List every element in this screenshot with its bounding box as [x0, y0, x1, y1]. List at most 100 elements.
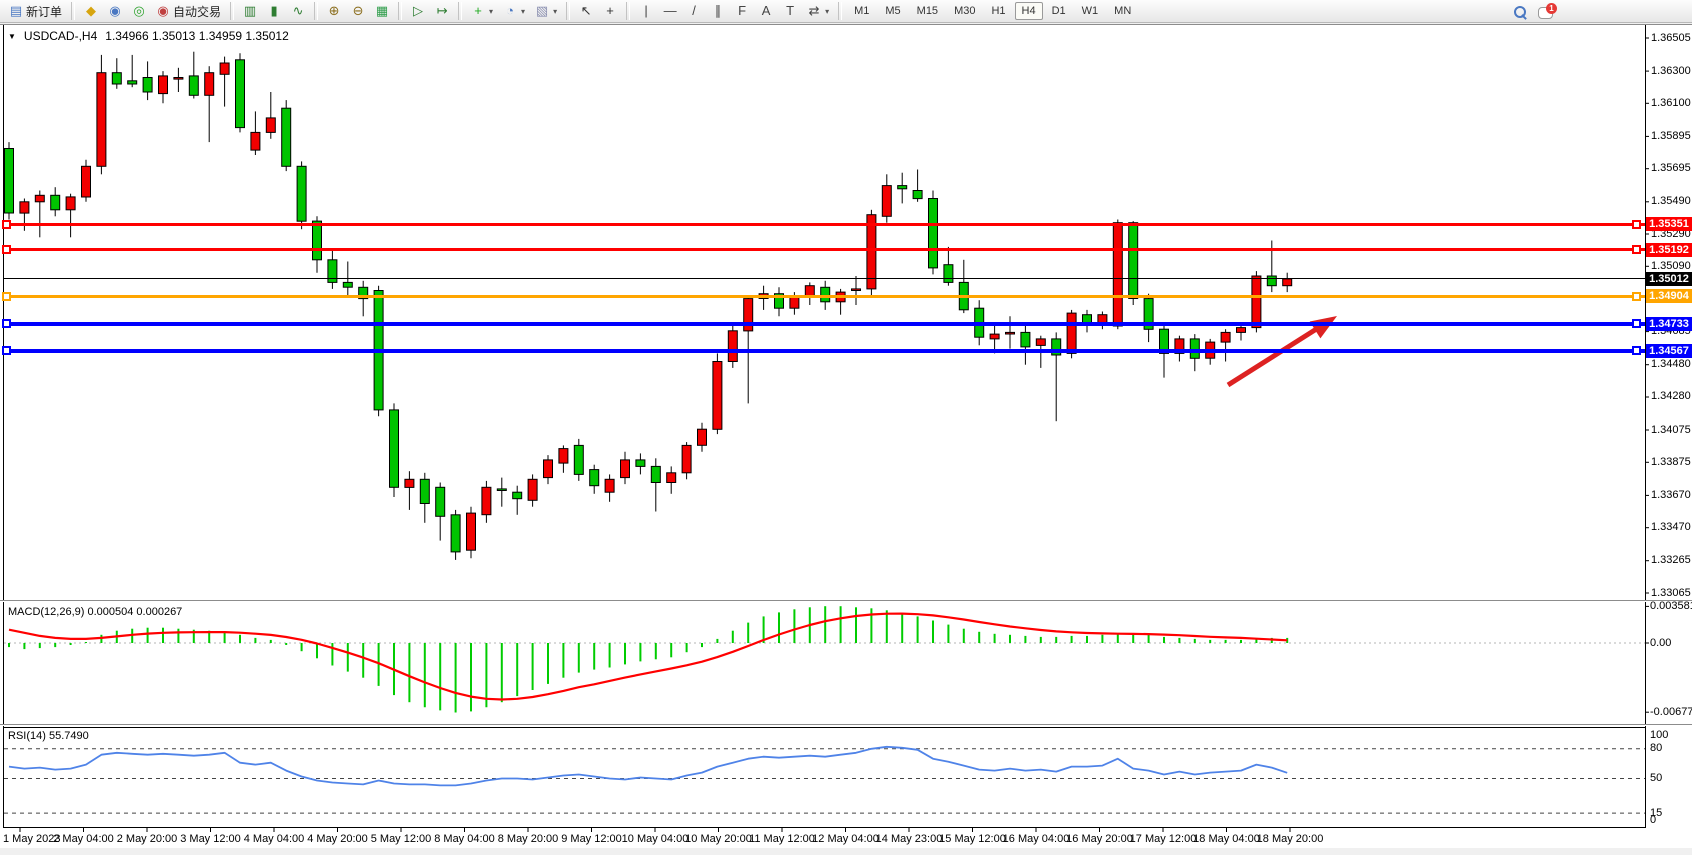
- candle-body: [174, 78, 183, 80]
- time-tick-label: 4 May 04:00: [244, 833, 305, 845]
- resistance-line-2-price-label: 1.35192: [1646, 243, 1692, 257]
- support-line-1[interactable]: [4, 322, 1645, 326]
- candle-body: [882, 186, 891, 217]
- resistance-line-1-price-label: 1.35351: [1646, 217, 1692, 231]
- candle-body: [651, 466, 660, 482]
- rsi-axis-label: 100: [1650, 729, 1668, 741]
- symbol-dropdown-icon[interactable]: ▼: [8, 32, 16, 41]
- candle-body: [497, 489, 506, 491]
- macd-signal-line: [9, 614, 1287, 700]
- current-price-line[interactable]: [4, 278, 1645, 279]
- price-tick-label: 1.35695: [1651, 162, 1691, 174]
- time-tick-label: 1 May 2023: [3, 833, 60, 845]
- candle-body: [990, 334, 999, 339]
- candle-body: [420, 479, 429, 503]
- candle-body: [236, 60, 245, 128]
- candle-body: [251, 132, 260, 150]
- candle-body: [266, 118, 275, 132]
- macd-axis-label: 0.00: [1650, 637, 1671, 649]
- price-tick-label: 1.33875: [1651, 456, 1691, 468]
- price-tick-label: 1.34480: [1651, 358, 1691, 370]
- rsi-label: RSI(14) 55.7490: [8, 730, 89, 742]
- time-tick-label: 16 May 04:00: [1003, 833, 1070, 845]
- macd-label: MACD(12,26,9) 0.000504 0.000267: [8, 606, 182, 618]
- candle-body: [929, 199, 938, 268]
- candle-body: [159, 76, 168, 94]
- price-tick-label: 1.36300: [1651, 65, 1691, 77]
- line-anchor-marker[interactable]: [1632, 220, 1641, 229]
- candle-body: [667, 473, 676, 483]
- time-tick-label: 2 May 20:00: [117, 833, 178, 845]
- line-anchor-marker[interactable]: [1632, 292, 1641, 301]
- candles-layer: [5, 52, 1292, 560]
- time-tick-label: 18 May 20:00: [1257, 833, 1324, 845]
- price-tick-label: 1.36100: [1651, 97, 1691, 109]
- candle-body: [436, 487, 445, 516]
- candle-body: [82, 166, 91, 197]
- price-tick-label: 1.33470: [1651, 521, 1691, 533]
- candle-body: [621, 460, 630, 478]
- candle-body: [1252, 276, 1261, 328]
- time-tick-label: 5 May 12:00: [371, 833, 432, 845]
- price-tick-label: 1.35895: [1651, 130, 1691, 142]
- candle-body: [5, 149, 14, 214]
- line-anchor-marker[interactable]: [2, 319, 11, 328]
- candle-body: [66, 197, 75, 210]
- candle-body: [1067, 313, 1076, 353]
- time-tick-label: 12 May 04:00: [812, 833, 879, 845]
- candle-body: [1113, 223, 1122, 326]
- candle-body: [544, 460, 553, 478]
- price-tick-label: 1.34280: [1651, 390, 1691, 402]
- candle-body: [559, 449, 568, 464]
- candle-body: [590, 470, 599, 486]
- rsi-axis-label: 80: [1650, 742, 1662, 754]
- candle-body: [143, 78, 152, 93]
- time-tick-label: 10 May 04:00: [622, 833, 689, 845]
- line-anchor-marker[interactable]: [1632, 245, 1641, 254]
- candle-body: [713, 362, 722, 430]
- candle-body: [482, 487, 491, 514]
- symbol-period-label: USDCAD-,H4: [24, 29, 97, 43]
- line-anchor-marker[interactable]: [1632, 346, 1641, 355]
- line-anchor-marker[interactable]: [2, 292, 11, 301]
- line-anchor-marker[interactable]: [1632, 319, 1641, 328]
- line-anchor-marker[interactable]: [2, 346, 11, 355]
- support-line-2-price-label: 1.34567: [1646, 344, 1692, 358]
- price-tick-label: 1.35490: [1651, 195, 1691, 207]
- time-tick-label: 8 May 04:00: [434, 833, 495, 845]
- rsi-line: [9, 747, 1287, 786]
- candle-body: [636, 460, 645, 467]
- candle-body: [682, 445, 691, 472]
- status-strip: [0, 848, 1692, 855]
- resistance-line-1[interactable]: [4, 223, 1645, 226]
- time-tick-label: 2 May 04:00: [53, 833, 114, 845]
- pivot-line[interactable]: [4, 295, 1645, 298]
- candle-body: [297, 166, 306, 221]
- support-line-2[interactable]: [4, 349, 1645, 353]
- line-anchor-marker[interactable]: [2, 245, 11, 254]
- rsi-axis-label: 50: [1650, 772, 1662, 784]
- chart-left-border: [3, 25, 4, 827]
- time-tick-label: 8 May 20:00: [498, 833, 559, 845]
- resistance-line-2[interactable]: [4, 248, 1645, 251]
- candle-body: [944, 265, 953, 283]
- candle-body: [451, 515, 460, 552]
- time-tick-label: 16 May 20:00: [1066, 833, 1133, 845]
- rsi-axis-label: 0: [1650, 814, 1656, 826]
- price-tick-label: 1.34075: [1651, 424, 1691, 436]
- pivot-line-price-label: 1.34904: [1646, 289, 1692, 303]
- price-tick-label: 1.35090: [1651, 260, 1691, 272]
- time-tick-label: 11 May 12:00: [749, 833, 815, 845]
- candle-body: [1237, 328, 1246, 333]
- ohlc-values: 1.34966 1.35013 1.34959 1.35012: [105, 29, 289, 43]
- candle-body: [744, 299, 753, 331]
- candle-body: [913, 191, 922, 199]
- candle-body: [605, 479, 614, 492]
- candle-body: [1006, 332, 1015, 334]
- line-anchor-marker[interactable]: [2, 220, 11, 229]
- candle-body: [1283, 279, 1292, 286]
- candle-body: [790, 297, 799, 308]
- candle-body: [20, 202, 29, 213]
- frame-top-line: [0, 24, 1692, 25]
- candle-body: [852, 289, 861, 291]
